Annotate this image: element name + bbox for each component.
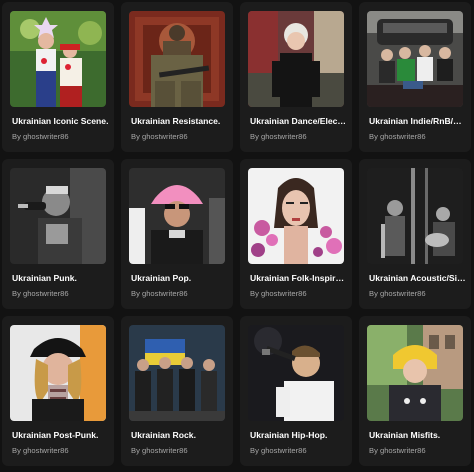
playlist-card[interactable]: Ukrainian Folk-Inspir… By ghostwriter86 <box>240 159 352 309</box>
playlist-author: By ghostwriter86 <box>250 446 307 455</box>
playlist-title: Ukrainian Pop. <box>131 273 192 283</box>
playlist-title: Ukrainian Misfits. <box>369 430 441 440</box>
playlist-author: By ghostwriter86 <box>131 132 188 141</box>
playlist-title: Ukrainian Iconic Scene. <box>12 116 109 126</box>
playlist-title: Ukrainian Rock. <box>131 430 196 440</box>
playlist-cover-image <box>248 325 344 421</box>
playlist-author: By ghostwriter86 <box>369 289 426 298</box>
playlist-card[interactable]: Ukrainian Post-Punk. By ghostwriter86 <box>2 316 114 466</box>
playlist-title: Ukrainian Indie/RnB/… <box>369 116 462 126</box>
playlist-title: Ukrainian Acoustic/Si… <box>369 273 466 283</box>
playlist-cover-image <box>129 168 225 264</box>
playlist-card[interactable]: Ukrainian Punk. By ghostwriter86 <box>2 159 114 309</box>
playlist-author: By ghostwriter86 <box>12 132 69 141</box>
playlist-card[interactable]: Ukrainian Resistance. By ghostwriter86 <box>121 2 233 152</box>
playlist-author: By ghostwriter86 <box>12 446 69 455</box>
playlist-title: Ukrainian Punk. <box>12 273 77 283</box>
playlist-author: By ghostwriter86 <box>131 446 188 455</box>
playlist-grid: Ukrainian Iconic Scene. By ghostwriter86… <box>0 0 474 472</box>
playlist-card[interactable]: Ukrainian Hip-Hop. By ghostwriter86 <box>240 316 352 466</box>
playlist-cover-image <box>10 168 106 264</box>
playlist-card[interactable]: Ukrainian Dance/Elec… By ghostwriter86 <box>240 2 352 152</box>
playlist-card[interactable]: Ukrainian Acoustic/Si… By ghostwriter86 <box>359 159 471 309</box>
playlist-author: By ghostwriter86 <box>369 132 426 141</box>
playlist-author: By ghostwriter86 <box>12 289 69 298</box>
playlist-cover-image <box>10 11 106 107</box>
playlist-cover-image <box>248 168 344 264</box>
playlist-title: Ukrainian Post-Punk. <box>12 430 99 440</box>
playlist-author: By ghostwriter86 <box>250 289 307 298</box>
playlist-title: Ukrainian Dance/Elec… <box>250 116 347 126</box>
playlist-card[interactable]: Ukrainian Iconic Scene. By ghostwriter86 <box>2 2 114 152</box>
playlist-cover-image <box>10 325 106 421</box>
playlist-title: Ukrainian Folk-Inspir… <box>250 273 345 283</box>
playlist-cover-image <box>367 168 463 264</box>
playlist-cover-image <box>248 11 344 107</box>
playlist-card[interactable]: Ukrainian Pop. By ghostwriter86 <box>121 159 233 309</box>
playlist-card[interactable]: Ukrainian Misfits. By ghostwriter86 <box>359 316 471 466</box>
playlist-cover-image <box>129 11 225 107</box>
playlist-author: By ghostwriter86 <box>369 446 426 455</box>
playlist-author: By ghostwriter86 <box>250 132 307 141</box>
playlist-card[interactable]: Ukrainian Indie/RnB/… By ghostwriter86 <box>359 2 471 152</box>
playlist-title: Ukrainian Hip-Hop. <box>250 430 328 440</box>
playlist-title: Ukrainian Resistance. <box>131 116 221 126</box>
playlist-card[interactable]: Ukrainian Rock. By ghostwriter86 <box>121 316 233 466</box>
playlist-cover-image <box>367 325 463 421</box>
playlist-cover-image <box>367 11 463 107</box>
playlist-cover-image <box>129 325 225 421</box>
playlist-author: By ghostwriter86 <box>131 289 188 298</box>
